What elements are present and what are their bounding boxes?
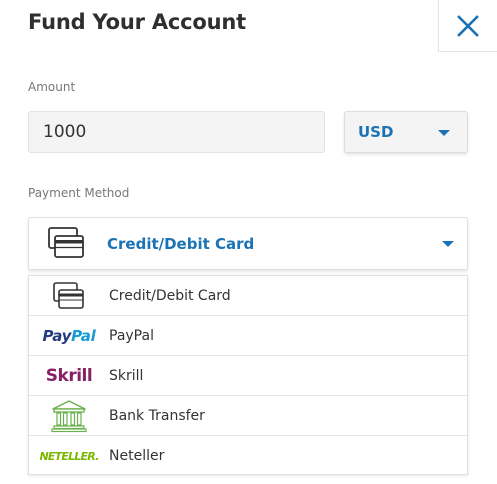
credit-card-icon (48, 227, 84, 258)
page-title: Fund Your Account (28, 10, 246, 34)
neteller-logo-text: NETELLER. (39, 449, 100, 463)
payment-method-select[interactable]: Credit/Debit Card (28, 217, 468, 270)
payment-method-label: Payment Method (28, 186, 130, 200)
amount-label: Amount (28, 80, 76, 94)
close-button[interactable] (438, 0, 497, 52)
option-skrill[interactable]: Skrill Skrill (29, 356, 467, 396)
skrill-logo-icon: Skrill (29, 356, 109, 396)
option-label: Neteller (109, 448, 165, 464)
option-credit-debit-card[interactable]: Credit/Debit Card (29, 276, 467, 316)
credit-card-icon (53, 282, 84, 309)
option-label: Skrill (109, 368, 144, 384)
option-logo (29, 276, 109, 316)
paypal-logo-part-2: Pal (71, 327, 96, 345)
option-neteller[interactable]: NETELLER. Neteller (29, 436, 467, 476)
chevron-down-icon (438, 130, 450, 136)
option-paypal[interactable]: PayPal PayPal (29, 316, 467, 356)
currency-value: USD (358, 123, 394, 141)
option-label: PayPal (109, 328, 154, 344)
paypal-logo-icon: PayPal (29, 316, 109, 356)
close-icon[interactable] (457, 14, 479, 37)
payment-method-list: Credit/Debit Card PayPal PayPal Skrill S… (28, 275, 468, 475)
option-label: Bank Transfer (109, 408, 205, 424)
skrill-logo-text: Skrill (45, 366, 93, 386)
payment-method-selected: Credit/Debit Card (107, 235, 255, 253)
option-label: Credit/Debit Card (109, 288, 231, 304)
option-bank-transfer[interactable]: Bank Transfer (29, 396, 467, 436)
amount-input[interactable] (28, 111, 325, 153)
option-logo (29, 396, 109, 436)
bank-icon (51, 400, 87, 433)
neteller-logo-icon: NETELLER. (29, 436, 109, 476)
currency-select[interactable]: USD (344, 111, 468, 153)
chevron-down-icon (442, 241, 454, 247)
paypal-logo-part-1: Pay (42, 327, 72, 345)
